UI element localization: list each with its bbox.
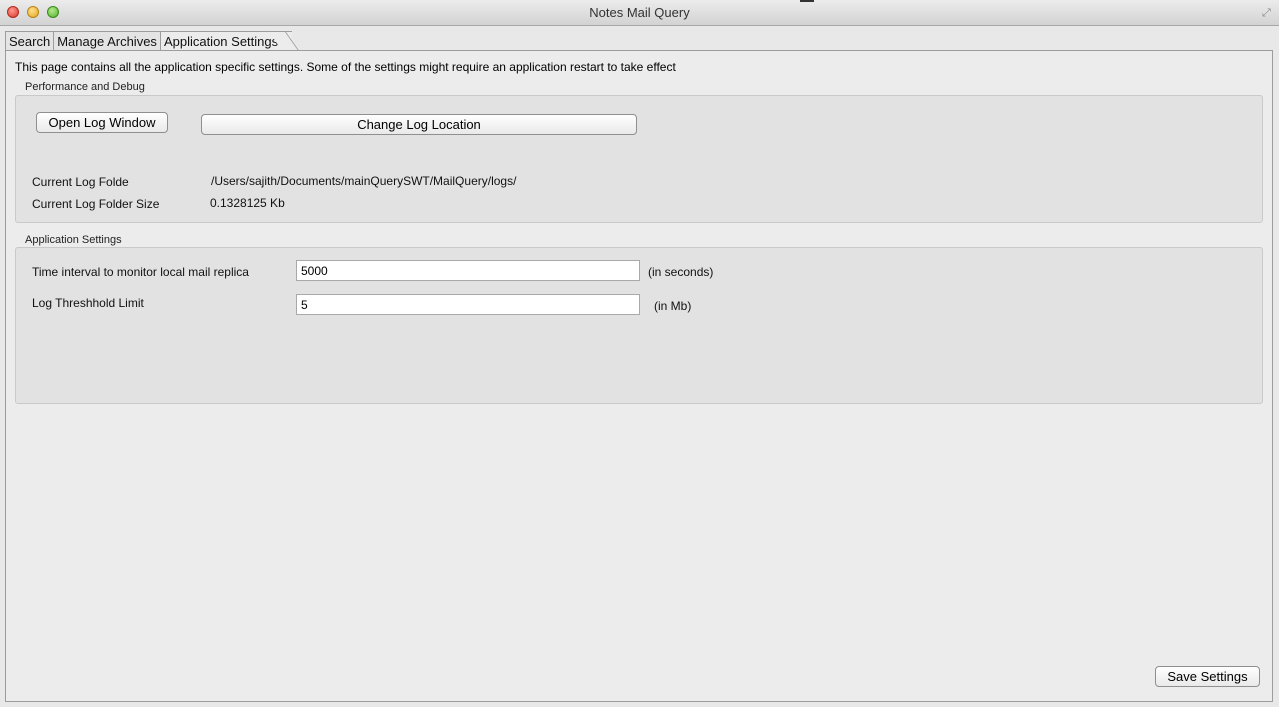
tab-search[interactable]: Search — [5, 31, 55, 50]
settings-panel: This page contains all the application s… — [5, 50, 1273, 702]
save-settings-button[interactable]: Save Settings — [1155, 666, 1260, 687]
threshold-unit: (in Mb) — [654, 299, 692, 313]
log-size-label: Current Log Folder Size — [32, 197, 160, 211]
performance-group-label: Performance and Debug — [25, 81, 145, 93]
performance-group: Open Log Window Change Log Location Curr… — [15, 95, 1263, 223]
interval-unit: (in seconds) — [648, 265, 714, 279]
log-size-value: 0.1328125 Kb — [210, 196, 285, 210]
tab-bar: Search Manage Archives Application Setti… — [5, 31, 293, 51]
log-folder-label: Current Log Folde — [32, 175, 129, 189]
page-intro: This page contains all the application s… — [15, 60, 676, 74]
open-log-window-button[interactable]: Open Log Window — [36, 112, 168, 133]
title-bar: Notes Mail Query ⤢ — [0, 0, 1279, 26]
threshold-input[interactable] — [296, 294, 640, 315]
change-log-location-button[interactable]: Change Log Location — [201, 114, 637, 135]
fullscreen-icon[interactable]: ⤢ — [1262, 8, 1273, 19]
tab-manage-archives[interactable]: Manage Archives — [53, 31, 161, 50]
interval-input[interactable] — [296, 260, 640, 281]
tab-application-settings[interactable]: Application Settings — [159, 31, 293, 50]
log-folder-value: /Users/sajith/Documents/mainQuerySWT/Mai… — [211, 174, 517, 188]
interval-label: Time interval to monitor local mail repl… — [32, 265, 249, 279]
app-settings-group-label: Application Settings — [25, 234, 122, 246]
app-settings-group: Time interval to monitor local mail repl… — [15, 247, 1263, 404]
window-title: Notes Mail Query — [589, 5, 690, 20]
menu-marker — [800, 0, 814, 2]
threshold-label: Log Threshhold Limit — [32, 296, 144, 310]
